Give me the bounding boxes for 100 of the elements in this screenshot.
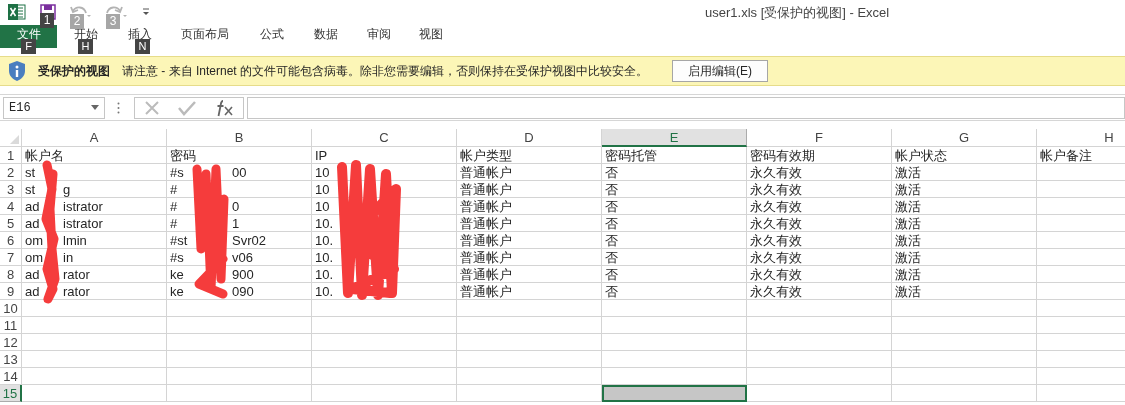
table-cell: 否 — [602, 266, 747, 283]
row-header[interactable]: 15 — [0, 385, 22, 402]
table-cell: 激活 — [892, 249, 1037, 266]
column-header[interactable]: C — [312, 129, 457, 147]
ribbon-tab[interactable]: 审阅 — [352, 25, 406, 48]
cell-text: 10. — [315, 232, 334, 248]
row-header[interactable]: 13 — [0, 351, 22, 368]
table-cell: 激活 — [892, 266, 1037, 283]
drag-handle-icon[interactable] — [117, 101, 120, 114]
column-header[interactable]: G — [892, 129, 1037, 147]
cell-text: 10. — [315, 249, 334, 265]
dropdown-caret-icon[interactable] — [91, 105, 99, 110]
window-title: user1.xls [受保护的视图] - Excel — [705, 4, 890, 22]
table-cell: 激活 — [892, 232, 1037, 249]
table-cell: 普通帐户 — [457, 164, 602, 181]
row-header[interactable]: 1 — [0, 147, 22, 164]
cell-text: rator — [63, 265, 90, 283]
table-cell: 密码 — [167, 147, 312, 164]
row-header[interactable]: 7 — [0, 249, 22, 266]
table-cell: 普通帐户 — [457, 249, 602, 266]
row-header[interactable]: 11 — [0, 317, 22, 334]
column-header[interactable]: D — [457, 129, 602, 147]
row-header[interactable]: 12 — [0, 334, 22, 351]
cell-text: ad — [25, 198, 40, 214]
customize-menu-icon[interactable] — [142, 8, 150, 16]
table-cell: 激活 — [892, 283, 1037, 300]
table-cell: 否 — [602, 164, 747, 181]
column-header[interactable]: A — [22, 129, 167, 147]
table-cell: 永久有效 — [747, 266, 892, 283]
row-header[interactable]: 10 — [0, 300, 22, 317]
cell-text: istrator — [63, 197, 103, 215]
row-header[interactable]: 3 — [0, 181, 22, 198]
column-header[interactable]: H — [1037, 129, 1125, 147]
cell-text: ke — [170, 266, 184, 282]
table-cell: 永久有效 — [747, 249, 892, 266]
cell-text: om — [25, 232, 44, 248]
table-cell: 永久有效 — [747, 181, 892, 198]
row-header[interactable]: 4 — [0, 198, 22, 215]
column-header[interactable]: B — [167, 129, 312, 147]
cell-text: #s — [170, 164, 184, 180]
cell-text: st — [25, 181, 36, 197]
row-header[interactable]: 6 — [0, 232, 22, 249]
cell-text: om — [25, 249, 44, 265]
cell-text: rator — [63, 282, 90, 300]
column-header[interactable]: E — [602, 129, 747, 147]
table-cell: 帐户名 — [22, 147, 167, 164]
cell-text: ad — [25, 215, 40, 231]
cell-text: #st — [170, 232, 188, 248]
cell-text: g — [63, 180, 71, 198]
table-cell: 永久有效 — [747, 164, 892, 181]
table-cell: 永久有效 — [747, 215, 892, 232]
table-cell: 普通帐户 — [457, 283, 602, 300]
cell-text: 10 — [315, 164, 330, 180]
check-icon[interactable] — [178, 99, 196, 116]
table-cell: 普通帐户 — [457, 198, 602, 215]
cell-text: 10. — [315, 283, 334, 299]
ribbon-tab[interactable]: 数据 — [300, 25, 352, 48]
row-header[interactable]: 5 — [0, 215, 22, 232]
table-cell: 否 — [602, 198, 747, 215]
table-cell: 密码托管 — [602, 147, 747, 164]
table-cell: 帐户状态 — [892, 147, 1037, 164]
table-cell: 普通帐户 — [457, 266, 602, 283]
table-cell: 激活 — [892, 215, 1037, 232]
key-tip-tooltip: F — [21, 38, 36, 54]
column-header[interactable]: F — [747, 129, 892, 147]
name-box[interactable]: E16 — [3, 96, 105, 119]
key-tip-tooltip: N — [135, 38, 150, 54]
table-cell: 否 — [602, 232, 747, 249]
cell-text: 10 — [315, 181, 330, 197]
enable-editing-button[interactable]: 启用编辑(E) — [672, 60, 769, 82]
formula-input[interactable] — [247, 96, 1125, 119]
cell-text: ke — [170, 283, 184, 299]
table-cell: 否 — [602, 249, 747, 266]
cell-text: 10. — [315, 215, 334, 231]
table-cell: 激活 — [892, 181, 1037, 198]
table-cell: 帐户备注 — [1037, 147, 1125, 164]
ribbon-tab[interactable]: 视图 — [406, 25, 456, 48]
row-header[interactable]: 8 — [0, 266, 22, 283]
table-cell: 永久有效 — [747, 283, 892, 300]
cell-text: # — [170, 215, 178, 231]
ribbon-tab[interactable]: 页面布局 — [166, 25, 244, 48]
table-cell: 普通帐户 — [457, 181, 602, 198]
ribbon-tab[interactable]: 公式 — [244, 25, 300, 48]
row-header[interactable]: 2 — [0, 164, 22, 181]
selected-cell[interactable] — [602, 385, 747, 402]
spreadsheet-logo-icon[interactable] — [8, 4, 26, 20]
cell-text: lmin — [63, 231, 87, 249]
table-cell: 普通帐户 — [457, 215, 602, 232]
cell-text: 900 — [232, 265, 254, 283]
row-header[interactable]: 9 — [0, 283, 22, 300]
key-tip-tooltip: 1 — [40, 13, 54, 28]
table-cell: 密码有效期 — [747, 147, 892, 164]
cell-text: 1 — [232, 214, 240, 232]
message-title: 受保护的视图 — [38, 63, 110, 80]
table-cell: 普通帐户 — [457, 232, 602, 249]
cancel-icon[interactable] — [144, 99, 160, 116]
cell-text: 0 — [232, 197, 240, 215]
key-tip-tooltip: H — [78, 38, 93, 54]
table-cell: 激活 — [892, 198, 1037, 215]
cell-text: v06 — [232, 248, 253, 266]
